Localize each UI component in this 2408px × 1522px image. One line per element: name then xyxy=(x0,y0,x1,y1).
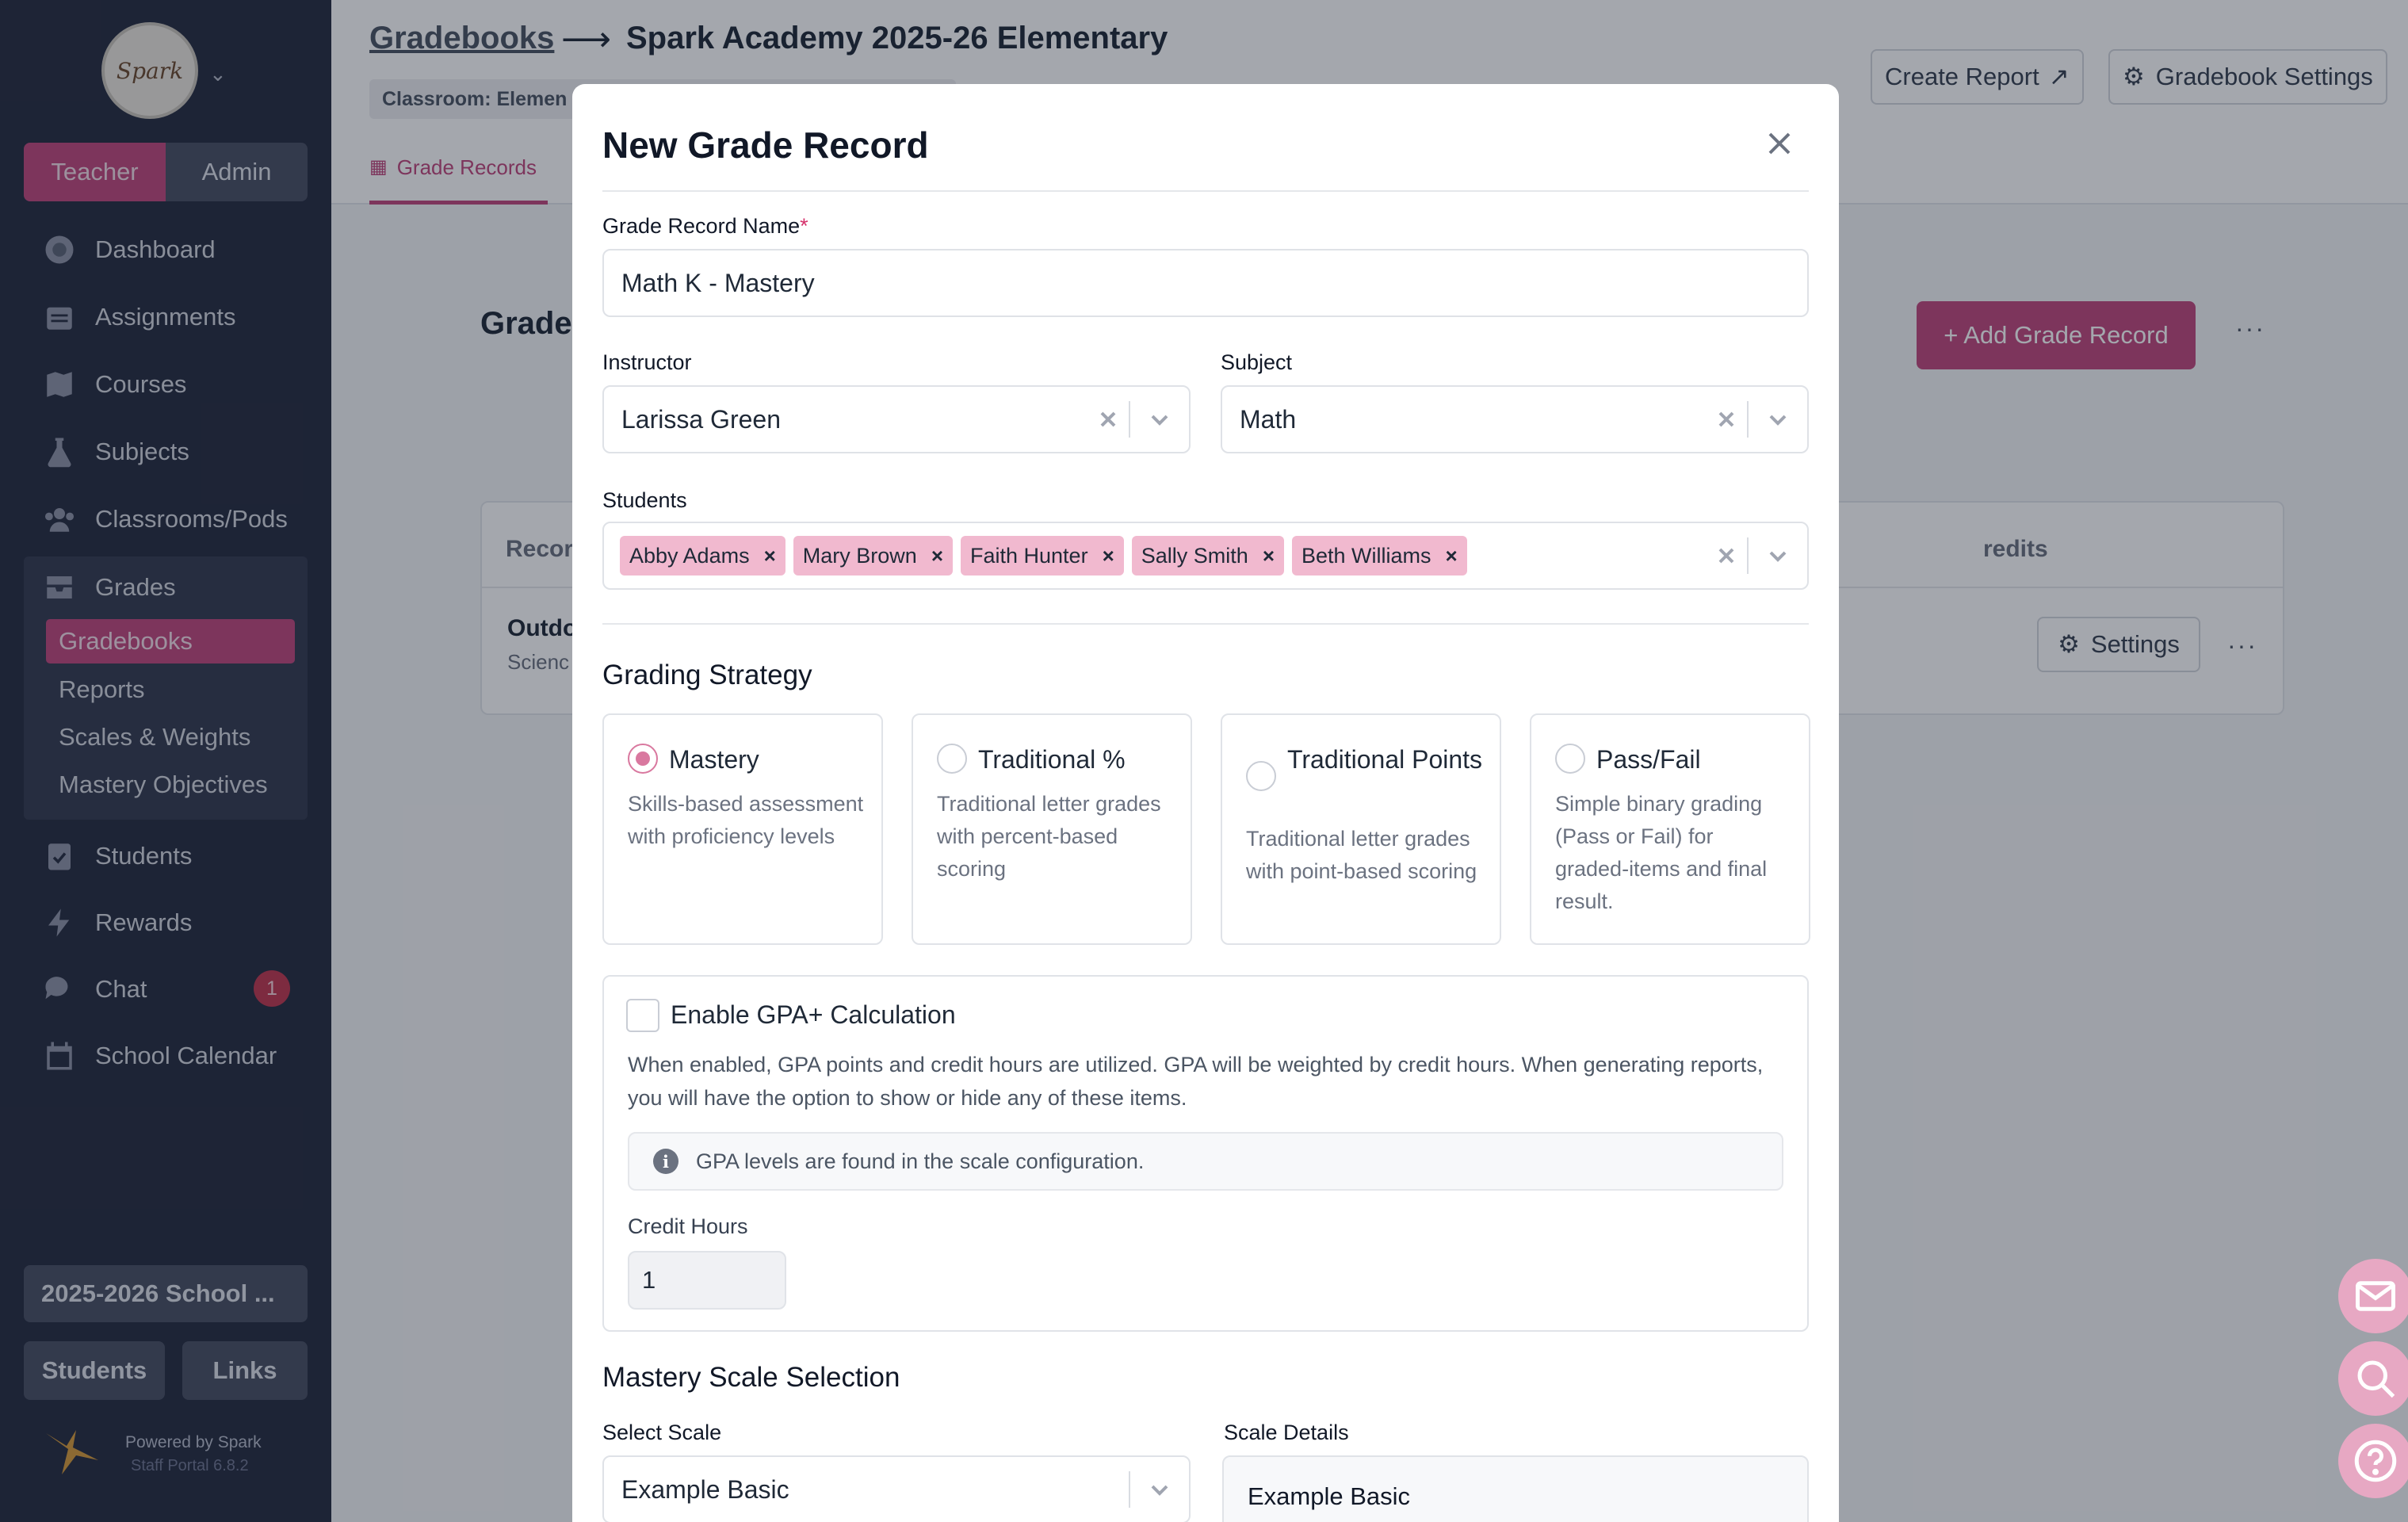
student-tag: Mary Brown × xyxy=(793,536,953,576)
info-text: GPA levels are found in the scale config… xyxy=(696,1149,1145,1173)
header-divider xyxy=(602,190,1809,192)
students-label: Students xyxy=(602,488,687,512)
tag-label: Abby Adams xyxy=(629,543,750,568)
help-fab[interactable] xyxy=(2338,1424,2408,1498)
input-value: 1 xyxy=(642,1266,656,1294)
radio[interactable] xyxy=(1246,761,1276,791)
input-value: Math K - Mastery xyxy=(621,268,815,297)
section-divider xyxy=(602,623,1809,625)
mail-fab[interactable] xyxy=(2338,1259,2408,1333)
strategy-title: Traditional Points xyxy=(1287,745,1483,774)
close-button[interactable] xyxy=(1760,124,1799,163)
gpa-title: Enable GPA+ Calculation xyxy=(671,1000,956,1029)
strategy-card-pass-fail[interactable]: Pass/Fail Simple binary grading (Pass or… xyxy=(1530,713,1810,945)
select-controls xyxy=(1129,1457,1189,1522)
required-marker: * xyxy=(800,214,808,238)
info-icon: i xyxy=(653,1149,678,1174)
select-scale-label: Select Scale xyxy=(602,1421,722,1444)
gpa-section: Enable GPA+ Calculation When enabled, GP… xyxy=(602,975,1809,1332)
gpa-info-note: i GPA levels are found in the scale conf… xyxy=(628,1132,1783,1191)
instructor-label: Instructor xyxy=(602,350,692,374)
chevron-down-icon[interactable] xyxy=(1749,545,1807,566)
strategy-description: Traditional letter grades with point-bas… xyxy=(1246,827,1477,883)
select-value: Example Basic xyxy=(621,1474,789,1504)
strategy-card-traditional-percent[interactable]: Traditional % Traditional letter grades … xyxy=(912,713,1192,945)
strategy-card-mastery[interactable]: Mastery Skills-based assessment with pro… xyxy=(602,713,883,945)
select-value: Math xyxy=(1240,404,1297,434)
clear-icon[interactable] xyxy=(1706,411,1747,428)
student-tag: Faith Hunter × xyxy=(961,536,1124,576)
scale-details-panel: Example Basic xyxy=(1222,1455,1809,1522)
chevron-down-icon[interactable] xyxy=(1749,409,1807,430)
scale-details-label: Scale Details xyxy=(1224,1421,1349,1444)
label-text: Grade Record Name xyxy=(602,214,801,238)
mail-icon xyxy=(2356,1281,2395,1311)
grade-record-name-label: Grade Record Name* xyxy=(602,214,808,239)
search-icon xyxy=(2357,1360,2395,1398)
student-tag: Sally Smith × xyxy=(1131,536,1284,576)
grading-strategy-heading: Grading Strategy xyxy=(602,660,812,690)
strategy-title: Mastery xyxy=(669,745,759,774)
scale-details-name: Example Basic xyxy=(1248,1482,1411,1510)
tag-label: Sally Smith xyxy=(1141,543,1248,568)
credit-hours-label: Credit Hours xyxy=(628,1214,748,1238)
strategy-title: Pass/Fail xyxy=(1596,745,1701,774)
strategy-description: Traditional letter grades with percent-b… xyxy=(937,792,1161,881)
strategy-card-traditional-points[interactable]: Traditional Points Traditional letter gr… xyxy=(1221,713,1501,945)
select-value: Larissa Green xyxy=(621,404,781,434)
tag-label: Faith Hunter xyxy=(970,543,1088,568)
select-controls xyxy=(1706,523,1807,588)
remove-tag-icon[interactable]: × xyxy=(1446,544,1458,568)
enable-gpa-checkbox[interactable] xyxy=(626,999,659,1032)
remove-tag-icon[interactable]: × xyxy=(764,544,776,568)
select-controls xyxy=(1706,387,1807,452)
mastery-scale-heading: Mastery Scale Selection xyxy=(602,1362,900,1393)
strategy-description: Simple binary grading (Pass or Fail) for… xyxy=(1555,792,1768,913)
clear-icon[interactable] xyxy=(1087,411,1129,428)
help-icon xyxy=(2354,1440,2397,1482)
remove-tag-icon[interactable]: × xyxy=(931,544,943,568)
modal-title: New Grade Record xyxy=(602,124,929,166)
search-fab[interactable] xyxy=(2338,1341,2408,1416)
tag-label: Mary Brown xyxy=(802,543,917,568)
close-icon xyxy=(1768,132,1791,155)
chevron-down-icon[interactable] xyxy=(1130,1479,1189,1500)
gpa-description: When enabled, GPA points and credit hour… xyxy=(628,1053,1764,1110)
grade-record-name-input[interactable]: Math K - Mastery xyxy=(602,249,1809,317)
subject-select[interactable]: Math xyxy=(1221,385,1809,453)
chevron-down-icon[interactable] xyxy=(1130,409,1189,430)
instructor-select[interactable]: Larissa Green xyxy=(602,385,1191,453)
radio[interactable] xyxy=(937,744,967,774)
strategy-description: Skills-based assessment with proficiency… xyxy=(628,792,864,848)
student-tag: Beth Williams × xyxy=(1292,536,1467,576)
select-scale-dropdown[interactable]: Example Basic xyxy=(602,1455,1191,1522)
clear-icon[interactable] xyxy=(1706,547,1747,564)
subject-label: Subject xyxy=(1221,350,1293,374)
select-controls xyxy=(1087,387,1189,452)
radio[interactable] xyxy=(1555,744,1585,774)
new-grade-record-modal: New Grade Record Grade Record Name* Math… xyxy=(572,84,1839,1522)
remove-tag-icon[interactable]: × xyxy=(1103,544,1114,568)
students-multiselect[interactable]: Abby Adams × Mary Brown × Faith Hunter × Sa… xyxy=(602,522,1809,590)
student-tag: Abby Adams × xyxy=(620,536,785,576)
credit-hours-input[interactable]: 1 xyxy=(628,1251,786,1310)
tag-label: Beth Williams xyxy=(1301,543,1431,568)
remove-tag-icon[interactable]: × xyxy=(1263,544,1275,568)
strategy-title: Traditional % xyxy=(978,745,1126,774)
radio-selected[interactable] xyxy=(628,744,658,774)
